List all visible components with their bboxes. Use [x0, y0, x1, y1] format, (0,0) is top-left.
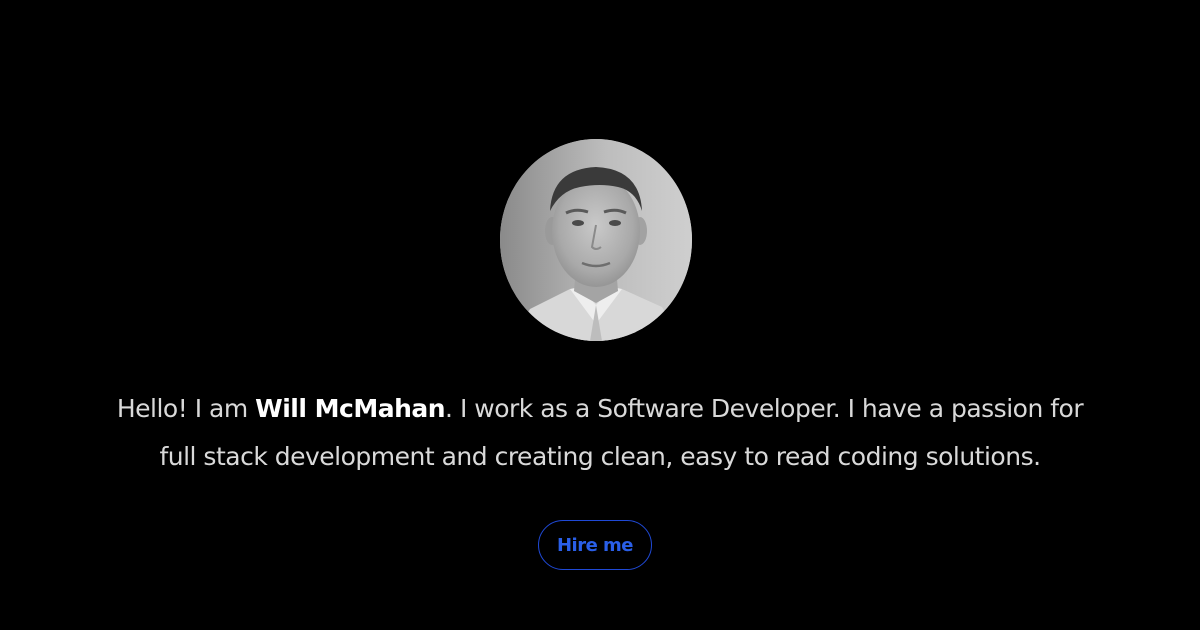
- intro-line2: full stack development and creating clea…: [159, 442, 1041, 471]
- intro-prefix: Hello! I am: [116, 394, 256, 423]
- intro-text: Hello! I am Will McMahan. I work as a So…: [60, 385, 1140, 481]
- developer-name: Will McMahan: [255, 394, 446, 423]
- profile-photo-icon: [500, 139, 692, 341]
- intro-line1-rest: . I work as a Software Developer. I have…: [445, 394, 1084, 423]
- avatar: [500, 139, 692, 341]
- hero-section: Hello! I am Will McMahan. I work as a So…: [0, 0, 1200, 630]
- hire-me-button[interactable]: Hire me: [538, 520, 652, 570]
